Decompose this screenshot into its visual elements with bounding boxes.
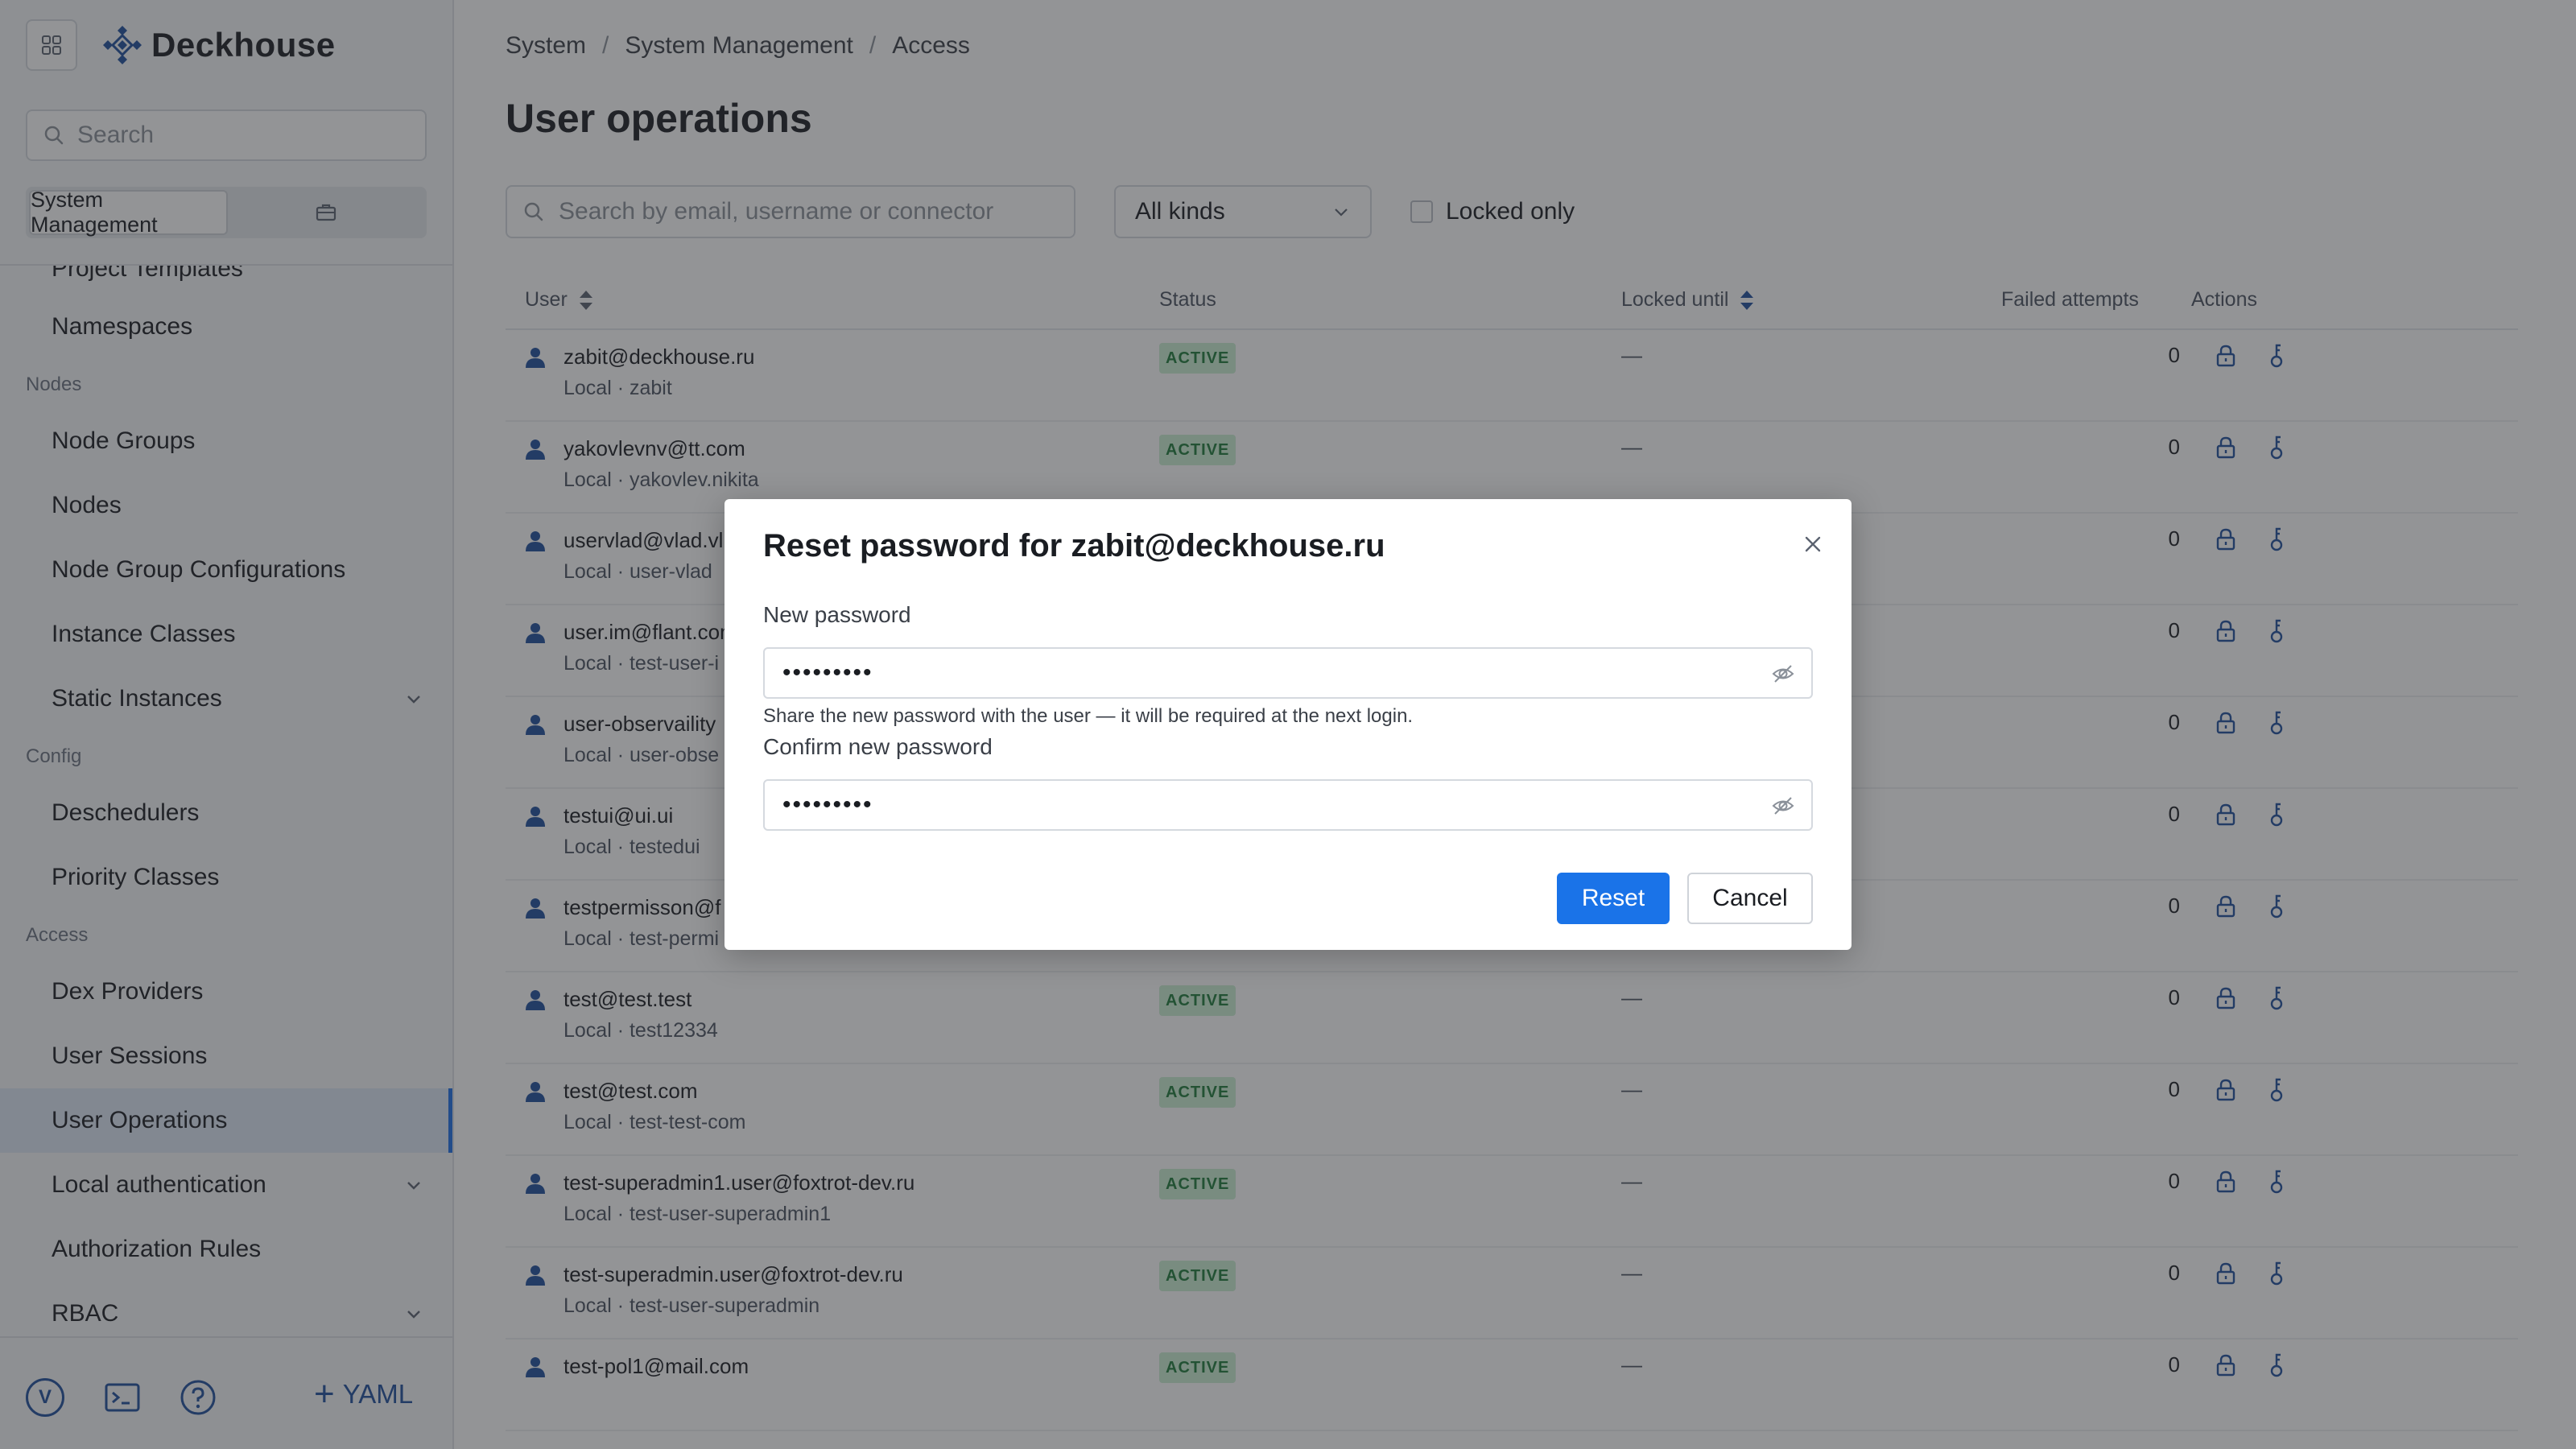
- dialog-title: Reset password for zabit@deckhouse.ru: [763, 528, 1385, 564]
- new-password-value: •••••••••: [782, 659, 873, 686]
- new-password-label: New password: [763, 602, 911, 627]
- reset-password-dialog: Reset password for zabit@deckhouse.ru Ne…: [724, 499, 1852, 950]
- confirm-password-label: Confirm new password: [763, 734, 993, 759]
- cancel-button[interactable]: Cancel: [1687, 873, 1813, 924]
- close-icon: [1805, 536, 1821, 552]
- confirm-password-field[interactable]: •••••••••: [763, 779, 1813, 831]
- eye-off-icon[interactable]: [1771, 794, 1795, 818]
- close-button[interactable]: [1800, 531, 1826, 557]
- password-hint: Share the new password with the user — i…: [763, 705, 1414, 727]
- eye-off-icon[interactable]: [1771, 662, 1795, 686]
- new-password-field[interactable]: •••••••••: [763, 647, 1813, 699]
- reset-button[interactable]: Reset: [1557, 873, 1670, 924]
- confirm-password-value: •••••••••: [782, 791, 873, 818]
